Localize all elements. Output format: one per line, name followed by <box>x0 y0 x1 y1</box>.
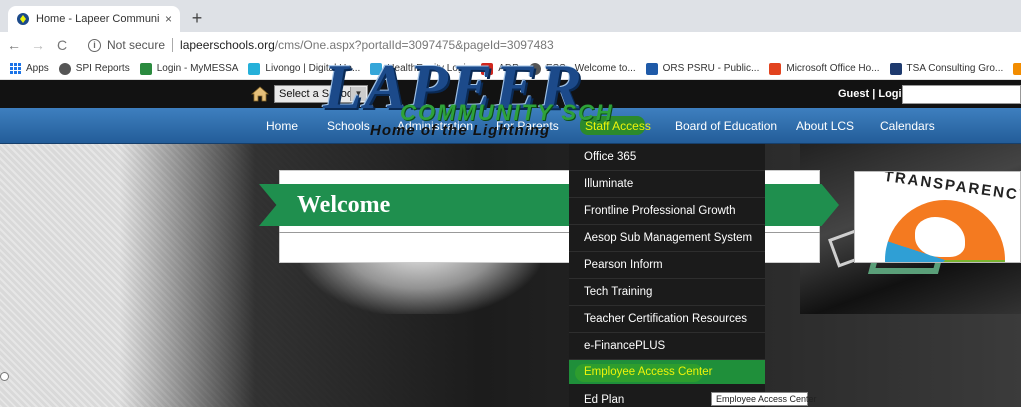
nav-about-lcs[interactable]: About LCS <box>796 119 854 133</box>
url-host: lapeerschools.org <box>180 38 275 52</box>
bookmark-9[interactable]: TSA Consulting Gro... <box>889 62 1004 75</box>
dropdown-item-illuminate[interactable]: Illuminate <box>569 171 765 198</box>
messa-icon <box>139 62 152 75</box>
nav-calendars[interactable]: Calendars <box>880 119 935 133</box>
site-search-input[interactable] <box>902 85 1021 104</box>
dropdown-item-teacher-certification-resources[interactable]: Teacher Certification Resources <box>569 306 765 333</box>
ors-icon <box>645 62 658 75</box>
bookmark-10[interactable]: VOYA Account Login <box>1013 62 1021 75</box>
guest-login-link[interactable]: Guest | Login <box>838 88 908 100</box>
side-radio-icon <box>0 372 9 381</box>
url-separator <box>172 38 174 52</box>
dropdown-item-office-365[interactable]: Office 365 <box>569 144 765 171</box>
home-icon[interactable] <box>250 85 270 103</box>
logo-tagline: Home of the Lightning <box>370 122 551 139</box>
forward-button[interactable]: → <box>28 37 48 53</box>
livongo-icon <box>248 62 261 75</box>
bookmark-label: TSA Consulting Gro... <box>906 63 1004 74</box>
bookmark-label: ORS PSRU - Public... <box>662 63 760 74</box>
browser-tab[interactable]: Home - Lapeer Community Scho × <box>8 6 180 32</box>
info-icon[interactable]: i <box>88 38 101 52</box>
bookmark-8[interactable]: Microsoft Office Ho... <box>769 62 880 75</box>
office-icon <box>769 62 782 75</box>
globe-icon <box>58 62 71 75</box>
nav-home[interactable]: Home <box>266 119 298 133</box>
browser-tab-strip: Home - Lapeer Community Scho × + <box>0 0 1021 32</box>
bookmark-label: Apps <box>26 63 49 74</box>
new-tab-button[interactable]: + <box>186 7 208 29</box>
reload-button[interactable]: C <box>52 37 72 53</box>
dropdown-item-tech-training[interactable]: Tech Training <box>569 279 765 306</box>
dropdown-item-pearson-inform[interactable]: Pearson Inform <box>569 252 765 279</box>
nav-board-of-education[interactable]: Board of Education <box>675 119 777 133</box>
dropdown-item-frontline-professional-growth[interactable]: Frontline Professional Growth <box>569 198 765 225</box>
bookmark-2[interactable]: Login - MyMESSA <box>139 62 239 75</box>
transparency-report-badge[interactable]: TRANSPARENCY REPO <box>854 171 1021 263</box>
site-favicon-icon <box>16 12 30 26</box>
tab-title: Home - Lapeer Community Scho <box>36 13 159 25</box>
bookmark-label: Microsoft Office Ho... <box>786 63 880 74</box>
tooltip: Employee Access Center <box>711 392 817 406</box>
welcome-heading: Welcome <box>297 192 391 218</box>
dropdown-item-aesop-sub-management-system[interactable]: Aesop Sub Management System <box>569 225 765 252</box>
apps-grid-icon <box>10 63 21 74</box>
security-label: Not secure <box>107 38 166 52</box>
tsa-icon <box>889 62 902 75</box>
bookmark-0[interactable]: Apps <box>10 63 49 74</box>
dropdown-item-e-financeplus[interactable]: e-FinancePLUS <box>569 333 765 360</box>
bookmark-7[interactable]: ORS PSRU - Public... <box>645 62 760 75</box>
voya-icon <box>1013 62 1021 75</box>
bookmark-1[interactable]: SPI Reports <box>58 62 130 75</box>
tab-close-icon[interactable]: × <box>165 12 172 26</box>
bookmark-label: Login - MyMESSA <box>156 63 239 74</box>
back-button[interactable]: ← <box>4 37 24 53</box>
dropdown-item-employee-access-center[interactable]: Employee Access Center <box>569 360 712 384</box>
bookmark-label: SPI Reports <box>75 63 130 74</box>
